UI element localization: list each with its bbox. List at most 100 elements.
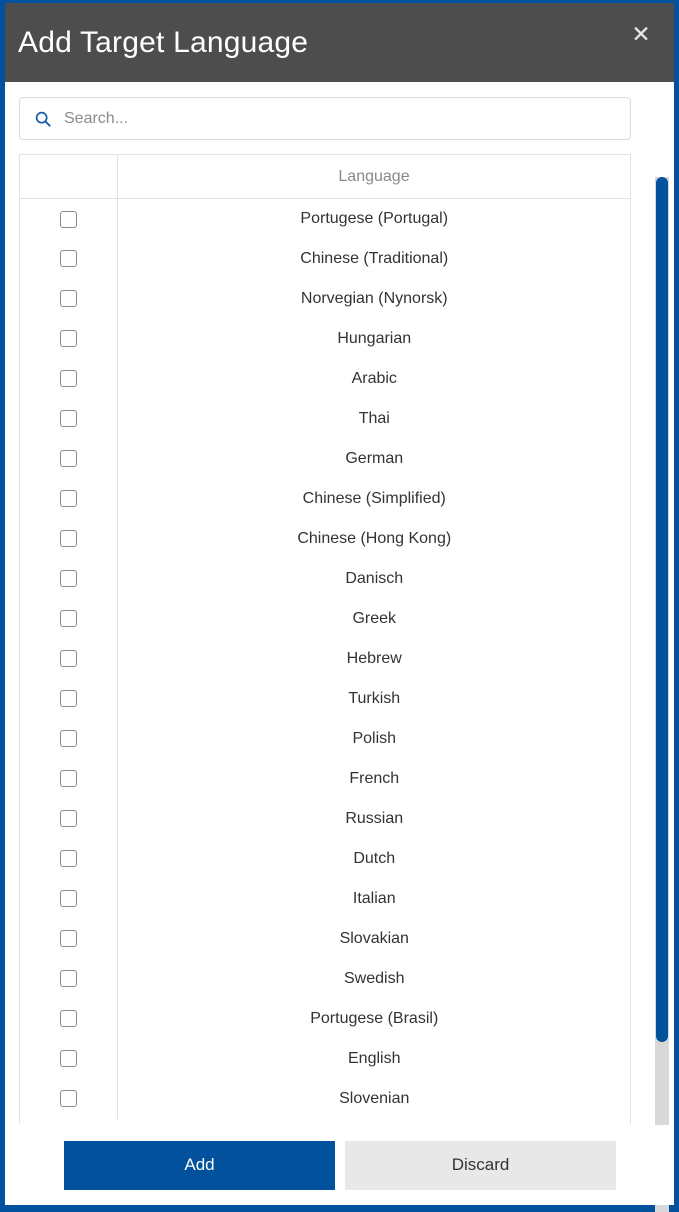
table-row[interactable]: Thai	[19, 398, 631, 439]
row-checkbox-cell[interactable]	[19, 478, 118, 519]
table-row[interactable]: German	[19, 438, 631, 479]
dialog-footer: Add Discard	[5, 1125, 674, 1205]
search-icon	[35, 111, 51, 127]
row-checkbox-cell[interactable]	[19, 798, 118, 839]
row-checkbox[interactable]	[59, 249, 77, 267]
language-name: Danisch	[117, 558, 631, 599]
row-checkbox-cell[interactable]	[19, 638, 118, 679]
language-name: Chinese (Traditional)	[117, 238, 631, 279]
column-header-language: Language	[117, 154, 631, 199]
table-header: Language	[19, 154, 631, 199]
row-checkbox-cell[interactable]	[19, 198, 118, 239]
row-checkbox[interactable]	[59, 849, 77, 867]
language-name: Hungarian	[117, 318, 631, 359]
table-row[interactable]: Chinese (Simplified)	[19, 478, 631, 519]
row-checkbox-cell[interactable]	[19, 758, 118, 799]
language-name: Swedish	[117, 958, 631, 999]
row-checkbox-cell[interactable]	[19, 838, 118, 879]
language-name: French	[117, 758, 631, 799]
row-checkbox-cell[interactable]	[19, 518, 118, 559]
row-checkbox-cell[interactable]	[19, 438, 118, 479]
table-row[interactable]: Dutch	[19, 838, 631, 879]
language-name: Dutch	[117, 838, 631, 879]
discard-button[interactable]: Discard	[345, 1140, 616, 1190]
row-checkbox[interactable]	[59, 889, 77, 907]
row-checkbox-cell[interactable]	[19, 998, 118, 1039]
table-row[interactable]: Slovakian	[19, 918, 631, 959]
row-checkbox-cell[interactable]	[19, 358, 118, 399]
row-checkbox[interactable]	[59, 769, 77, 787]
dialog-body: Language Portugese (Portugal)Chinese (Tr…	[5, 82, 674, 1212]
dialog-titlebar: Add Target Language ✕	[5, 3, 674, 82]
language-name: Hebrew	[117, 638, 631, 679]
table-row[interactable]: Slovenian	[19, 1078, 631, 1119]
table-row[interactable]: Greek	[19, 598, 631, 639]
table-row[interactable]: Norvegian (Nynorsk)	[19, 278, 631, 319]
row-checkbox[interactable]	[59, 409, 77, 427]
table-row[interactable]: French	[19, 758, 631, 799]
row-checkbox[interactable]	[59, 210, 77, 228]
row-checkbox[interactable]	[59, 369, 77, 387]
language-name: Chinese (Hong Kong)	[117, 518, 631, 559]
row-checkbox-cell[interactable]	[19, 678, 118, 719]
row-checkbox[interactable]	[59, 1009, 77, 1027]
row-checkbox[interactable]	[59, 569, 77, 587]
table-row[interactable]: English	[19, 1038, 631, 1079]
row-checkbox[interactable]	[59, 929, 77, 947]
row-checkbox[interactable]	[59, 689, 77, 707]
table-row[interactable]: Portugese (Portugal)	[19, 198, 631, 239]
table-row[interactable]: Italian	[19, 878, 631, 919]
table-header-row: Language	[19, 154, 631, 199]
table-left-border	[19, 198, 20, 1124]
vertical-scrollbar[interactable]	[655, 177, 669, 1212]
row-checkbox-cell[interactable]	[19, 878, 118, 919]
row-checkbox-cell[interactable]	[19, 958, 118, 999]
language-name: Slovenian	[117, 1078, 631, 1119]
language-name: Greek	[117, 598, 631, 639]
scrollbar-thumb[interactable]	[656, 177, 668, 1042]
table-row[interactable]: Danisch	[19, 558, 631, 599]
language-name: Russian	[117, 798, 631, 839]
table-row[interactable]: Portugese (Brasil)	[19, 998, 631, 1039]
language-table: Language Portugese (Portugal) Chinese (Tr…	[19, 154, 631, 1119]
row-checkbox-cell[interactable]	[19, 318, 118, 359]
row-checkbox-cell[interactable]	[19, 718, 118, 759]
search-input[interactable]	[52, 98, 630, 139]
search-field[interactable]	[19, 97, 631, 140]
close-icon[interactable]: ✕	[628, 21, 654, 47]
row-checkbox[interactable]	[59, 649, 77, 667]
row-checkbox[interactable]	[59, 969, 77, 987]
table-body: Portugese (Portugal) Chinese (Traditional…	[19, 198, 631, 1119]
table-row[interactable]: Hungarian	[19, 318, 631, 359]
row-checkbox-cell[interactable]	[19, 1038, 118, 1079]
language-name: Polish	[117, 718, 631, 759]
table-row[interactable]: Arabic	[19, 358, 631, 399]
row-checkbox[interactable]	[59, 1089, 77, 1107]
row-checkbox-cell[interactable]	[19, 558, 118, 599]
row-checkbox-cell[interactable]	[19, 918, 118, 959]
row-checkbox[interactable]	[59, 1049, 77, 1067]
row-checkbox[interactable]	[59, 529, 77, 547]
row-checkbox[interactable]	[59, 289, 77, 307]
add-button[interactable]: Add	[64, 1140, 335, 1190]
row-checkbox-cell[interactable]	[19, 238, 118, 279]
table-row[interactable]: Chinese (Hong Kong)	[19, 518, 631, 559]
row-checkbox-cell[interactable]	[19, 278, 118, 319]
row-checkbox-cell[interactable]	[19, 398, 118, 439]
row-checkbox-cell[interactable]	[19, 1078, 118, 1119]
row-checkbox-cell[interactable]	[19, 598, 118, 639]
table-row[interactable]: Chinese (Traditional)	[19, 238, 631, 279]
row-checkbox[interactable]	[59, 489, 77, 507]
table-row[interactable]: Russian	[19, 798, 631, 839]
row-checkbox[interactable]	[59, 449, 77, 467]
table-row[interactable]: Turkish	[19, 678, 631, 719]
dialog-title: Add Target Language	[18, 25, 309, 59]
table-row[interactable]: Polish	[19, 718, 631, 759]
language-name: Italian	[117, 878, 631, 919]
table-row[interactable]: Swedish	[19, 958, 631, 999]
row-checkbox[interactable]	[59, 609, 77, 627]
row-checkbox[interactable]	[59, 809, 77, 827]
row-checkbox[interactable]	[59, 329, 77, 347]
row-checkbox[interactable]	[59, 729, 77, 747]
table-row[interactable]: Hebrew	[19, 638, 631, 679]
